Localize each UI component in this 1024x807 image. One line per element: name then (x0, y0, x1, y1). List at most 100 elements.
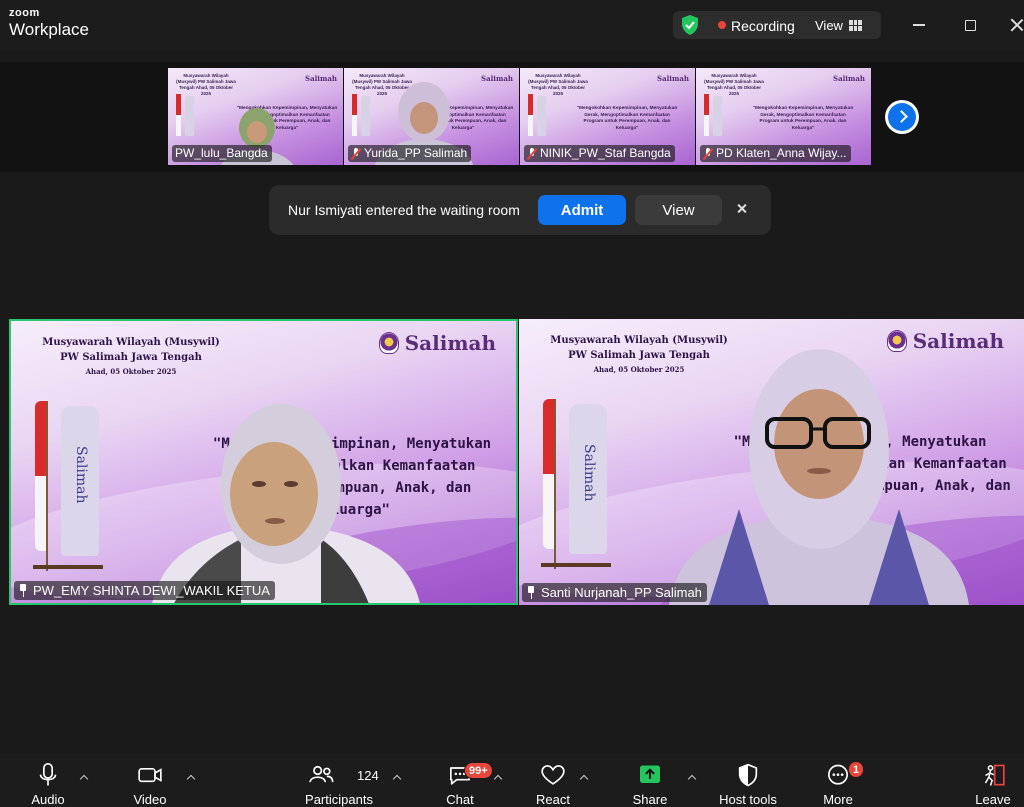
mic-off-icon (703, 147, 713, 160)
salimah-logo: Salimah (378, 331, 496, 355)
react-label: React (536, 792, 570, 807)
salimah-seal-icon (378, 332, 399, 354)
participant-thumbnail[interactable]: Musyawarah Wilayah (Musywil) PW Salimah … (168, 68, 343, 165)
waiting-room-notification: Nur Ismiyati entered the waiting room Ad… (269, 185, 771, 235)
video-button[interactable]: Video (130, 753, 170, 807)
more-label: More (823, 792, 853, 807)
participant-name-text: Yurida_PP Salimah (364, 146, 468, 160)
view-label: View (815, 17, 843, 33)
salimah-logo: Salimah (305, 74, 337, 83)
banner-icon (537, 96, 546, 136)
close-window-button[interactable] (1005, 13, 1024, 37)
slide-date: Ahad, 05 Oktober 2025 (85, 367, 177, 376)
audio-label: Audio (31, 792, 65, 807)
waiting-room-message: Nur Ismiyati entered the waiting room (288, 202, 520, 218)
flag-icon (176, 94, 181, 136)
participant-name: Santi Nurjanah_PP Salimah (522, 583, 707, 602)
pin-icon (18, 584, 28, 597)
slide-title: Musyawarah Wilayah (Musywil) (42, 337, 220, 348)
mic-off-icon (527, 147, 537, 160)
participant-name-text: PW_EMY SHINTA DEWI_WAKIL KETUA (33, 583, 270, 598)
grid-view-icon (848, 19, 862, 31)
organization-flag: Salimah (61, 406, 99, 556)
participant-video (669, 349, 969, 605)
share-screen-icon (640, 765, 660, 783)
salimah-logo: Salimah (481, 74, 513, 83)
chat-label: Chat (446, 792, 474, 807)
meeting-toolbar: Audio Video Participants 124 Chat 99+ Re… (0, 753, 1024, 807)
participant-name-text: NINIK_PW_Staf Bangda (540, 146, 671, 160)
share-options-chevron-icon[interactable] (687, 773, 697, 783)
participant-name: Yurida_PP Salimah (348, 145, 472, 162)
participants-options-chevron-icon[interactable] (392, 773, 402, 783)
share-button[interactable]: Share (630, 753, 670, 807)
mic-off-icon (351, 147, 361, 160)
recording-label: Recording (731, 18, 795, 34)
chat-unread-badge: 99+ (464, 762, 493, 779)
video-camera-icon (138, 768, 162, 783)
banner-icon (713, 96, 722, 136)
view-waiting-room-button[interactable]: View (635, 195, 722, 225)
slide-heading: Musyawarah Wilayah (Musywil) PW Salimah … (176, 73, 236, 96)
view-button[interactable]: View (815, 15, 862, 35)
salimah-logo: Salimah (833, 74, 865, 83)
participants-icon (309, 765, 334, 783)
video-label: Video (133, 792, 167, 807)
close-notification-icon[interactable] (735, 202, 749, 216)
participant-thumbnail[interactable]: Musyawarah Wilayah (Musywil) PW Salimah … (344, 68, 519, 165)
participants-count: 124 (357, 768, 379, 783)
share-label: Share (632, 792, 668, 807)
host-tools-label: Host tools (719, 792, 777, 807)
participant-name: PW_EMY SHINTA DEWI_WAKIL KETUA (14, 581, 275, 600)
shield-check-icon[interactable] (681, 15, 699, 35)
slide-subtitle: PW Salimah Jawa Tengah (60, 352, 202, 363)
slide-quote: "Mengokohkan Kepemimpinan, Menyatukan Ge… (752, 106, 854, 131)
brand-workplace: Workplace (9, 20, 89, 39)
chat-options-chevron-icon[interactable] (493, 773, 503, 783)
participant-name: NINIK_PW_Staf Bangda (524, 145, 675, 162)
leave-button[interactable]: Leave (973, 753, 1013, 807)
react-options-chevron-icon[interactable] (579, 773, 589, 783)
brand-zoom: zoom (9, 7, 40, 19)
slide-quote: "Mengokohkan Kepemimpinan, Menyatukan Ge… (576, 106, 678, 131)
video-tile-active-speaker[interactable]: Musyawarah Wilayah (Musywil) PW Salimah … (9, 319, 518, 605)
title-bar: zoom Workplace Recording View (0, 0, 1024, 50)
logo-text: Salimah (404, 331, 496, 355)
participants-label: Participants (305, 792, 373, 807)
participant-name: PD Klaten_Anna Wijay... (700, 145, 851, 162)
host-tools-shield-icon (738, 763, 758, 787)
recording-dot-icon (718, 21, 726, 29)
leave-label: Leave (975, 792, 1011, 807)
audio-button[interactable]: Audio (28, 753, 68, 807)
flag-icon (528, 94, 533, 136)
next-page-button[interactable] (885, 100, 919, 134)
minimize-button[interactable] (907, 13, 931, 37)
app-logo: zoom Workplace (9, 7, 89, 39)
microphone-icon (39, 763, 57, 786)
banner-icon (361, 96, 370, 136)
participant-thumbnail[interactable]: Musyawarah Wilayah (Musywil) PW Salimah … (520, 68, 695, 165)
audio-options-chevron-icon[interactable] (79, 773, 89, 783)
recording-indicator[interactable]: Recording View (673, 11, 881, 39)
flag-text: Salimah (73, 446, 89, 504)
indonesia-flag-icon (35, 401, 48, 571)
maximize-icon (964, 19, 976, 31)
slide-heading: Musyawarah Wilayah (Musywil) PW Salimah … (704, 73, 764, 96)
video-tile[interactable]: Musyawarah Wilayah (Musywil) PW Salimah … (519, 319, 1024, 605)
pin-icon (526, 586, 536, 599)
host-tools-button[interactable]: Host tools (715, 753, 781, 807)
video-options-chevron-icon[interactable] (186, 773, 196, 783)
maximize-button[interactable] (958, 13, 982, 37)
more-notification-badge: 1 (848, 761, 865, 778)
heart-icon (541, 765, 565, 785)
slide-title: Musyawarah Wilayah (Musywil) (550, 335, 728, 346)
participant-thumbnail[interactable]: Musyawarah Wilayah (Musywil) PW Salimah … (696, 68, 871, 165)
close-icon (1010, 18, 1024, 32)
admit-button[interactable]: Admit (538, 195, 626, 225)
salimah-logo: Salimah (657, 74, 689, 83)
banner-icon (185, 96, 194, 136)
chevron-right-icon (888, 103, 916, 131)
react-button[interactable]: React (533, 753, 573, 807)
flag-icon (352, 94, 357, 136)
slide-heading: Musyawarah Wilayah (Musywil) PW Salimah … (528, 73, 588, 96)
